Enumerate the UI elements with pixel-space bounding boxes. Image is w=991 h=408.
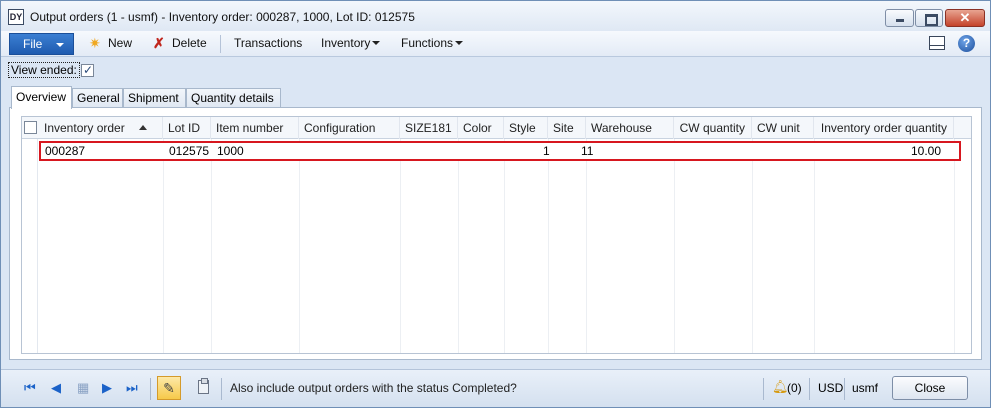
cell-warehouse: 11 [581, 144, 594, 158]
column-header-configuration[interactable]: Configuration [299, 117, 400, 139]
first-record-icon[interactable]: ⏮ [24, 380, 36, 396]
maximize-button[interactable] [915, 9, 943, 27]
status-divider [763, 378, 764, 400]
edit-mode-button[interactable]: ✎ [157, 376, 181, 400]
view-ended-label: View ended: [8, 62, 80, 78]
output-orders-grid: Inventory order Lot ID Item number Confi… [21, 116, 972, 354]
help-icon[interactable]: ? [958, 35, 975, 52]
file-label: File [23, 37, 43, 51]
form-content: View ended: Overview General Shipment Qu… [1, 58, 990, 369]
new-icon: ✷ [89, 35, 101, 51]
table-row[interactable]: 000287 012575 1000 1 11 10.00 [39, 141, 961, 161]
column-divider [586, 139, 587, 353]
view-ended-checkbox[interactable] [81, 63, 94, 77]
next-record-icon[interactable]: ▶ [102, 380, 112, 396]
cell-site: 1 [543, 144, 550, 158]
column-header-item-number[interactable]: Item number [211, 117, 299, 139]
close-icon: ✕ [959, 10, 971, 25]
column-header-site[interactable]: Site [548, 117, 586, 139]
chevron-down-icon [372, 41, 381, 45]
close-button[interactable]: Close [892, 376, 968, 400]
sort-ascending-icon [138, 125, 147, 130]
status-divider [809, 378, 810, 400]
column-header-color[interactable]: Color [458, 117, 504, 139]
column-header-style[interactable]: Style [504, 117, 548, 139]
cell-cw-quantity [669, 143, 743, 159]
output-orders-window: DY Output orders (1 - usmf) - Inventory … [0, 0, 991, 408]
column-divider [458, 139, 459, 353]
functions-label: Functions [401, 36, 454, 50]
row-selector-gutter [22, 139, 38, 353]
cell-inventory-order: 000287 [45, 144, 86, 158]
column-divider [299, 139, 300, 353]
currency-indicator[interactable]: USD [818, 381, 843, 395]
grid-header: Inventory order Lot ID Item number Confi… [22, 117, 971, 139]
tab-general[interactable]: General [72, 88, 123, 108]
status-bar: ⏮ ◀ ▦ ▶ ⏭ ✎ Also include output orders w… [1, 369, 990, 407]
tab-quantity-details[interactable]: Quantity details [186, 88, 281, 108]
column-divider [504, 139, 505, 353]
column-divider [674, 139, 675, 353]
delete-button[interactable]: Delete [172, 36, 207, 50]
inventory-menu-button[interactable]: Inventory [321, 36, 381, 50]
delete-icon: ✗ [153, 35, 165, 51]
column-divider [814, 139, 815, 353]
action-pane: File ✷ New ✗ Delete Transactions Invento… [1, 31, 990, 57]
cell-lot-id: 012575 [169, 144, 210, 158]
status-divider [221, 378, 222, 400]
attachments-icon[interactable] [198, 378, 209, 394]
select-all-checkbox[interactable] [24, 121, 37, 134]
tab-shipment[interactable]: Shipment [123, 88, 186, 108]
column-divider [163, 139, 164, 353]
app-icon: DY [8, 9, 24, 25]
column-header-size[interactable]: SIZE181 [400, 117, 458, 139]
maximize-icon [916, 10, 942, 26]
column-divider [211, 139, 212, 353]
column-divider [954, 139, 955, 353]
transactions-button[interactable]: Transactions [234, 36, 302, 50]
window-close-button[interactable]: ✕ [945, 9, 985, 27]
status-divider [844, 378, 845, 400]
chevron-down-icon [455, 41, 464, 45]
grid-view-icon[interactable]: ▦ [77, 380, 89, 396]
window-title: Output orders (1 - usmf) - Inventory ord… [30, 10, 415, 24]
inventory-label: Inventory [321, 36, 371, 50]
tab-overview[interactable]: Overview [11, 86, 72, 109]
column-divider [548, 139, 549, 353]
minimize-icon [886, 10, 913, 26]
status-message: Also include output orders with the stat… [230, 381, 517, 395]
cell-inventory-order-quantity: 10.00 [910, 144, 941, 158]
pencil-icon: ✎ [163, 380, 175, 396]
toolbar-divider [220, 35, 221, 53]
column-divider [400, 139, 401, 353]
overview-panel: Inventory order Lot ID Item number Confi… [9, 107, 982, 360]
functions-menu-button[interactable]: Functions [401, 36, 464, 50]
cell-item-number: 1000 [217, 144, 244, 158]
column-header-lot-id[interactable]: Lot ID [163, 117, 211, 139]
column-divider [752, 139, 753, 353]
column-header-inventory-order-quantity[interactable]: Inventory order quantity [814, 117, 954, 139]
chevron-down-icon [56, 43, 64, 47]
status-divider [150, 378, 151, 400]
column-header-cw-quantity[interactable]: CW quantity [674, 117, 752, 139]
fact-box-toggle-icon[interactable] [929, 36, 945, 50]
column-header-warehouse[interactable]: Warehouse [586, 117, 674, 139]
title-bar: DY Output orders (1 - usmf) - Inventory … [1, 1, 990, 31]
company-indicator[interactable]: usmf [852, 381, 878, 395]
notification-count[interactable]: (0) [787, 381, 802, 395]
column-header-cw-unit[interactable]: CW unit [752, 117, 814, 139]
minimize-button[interactable] [885, 9, 914, 27]
column-header-inventory-order[interactable]: Inventory order [39, 117, 163, 139]
last-record-icon[interactable]: ⏭ [126, 380, 138, 396]
column-header-label: Inventory order [44, 121, 125, 135]
new-button[interactable]: New [108, 36, 132, 50]
previous-record-icon[interactable]: ◀ [51, 380, 61, 396]
file-menu-button[interactable]: File [9, 33, 74, 55]
